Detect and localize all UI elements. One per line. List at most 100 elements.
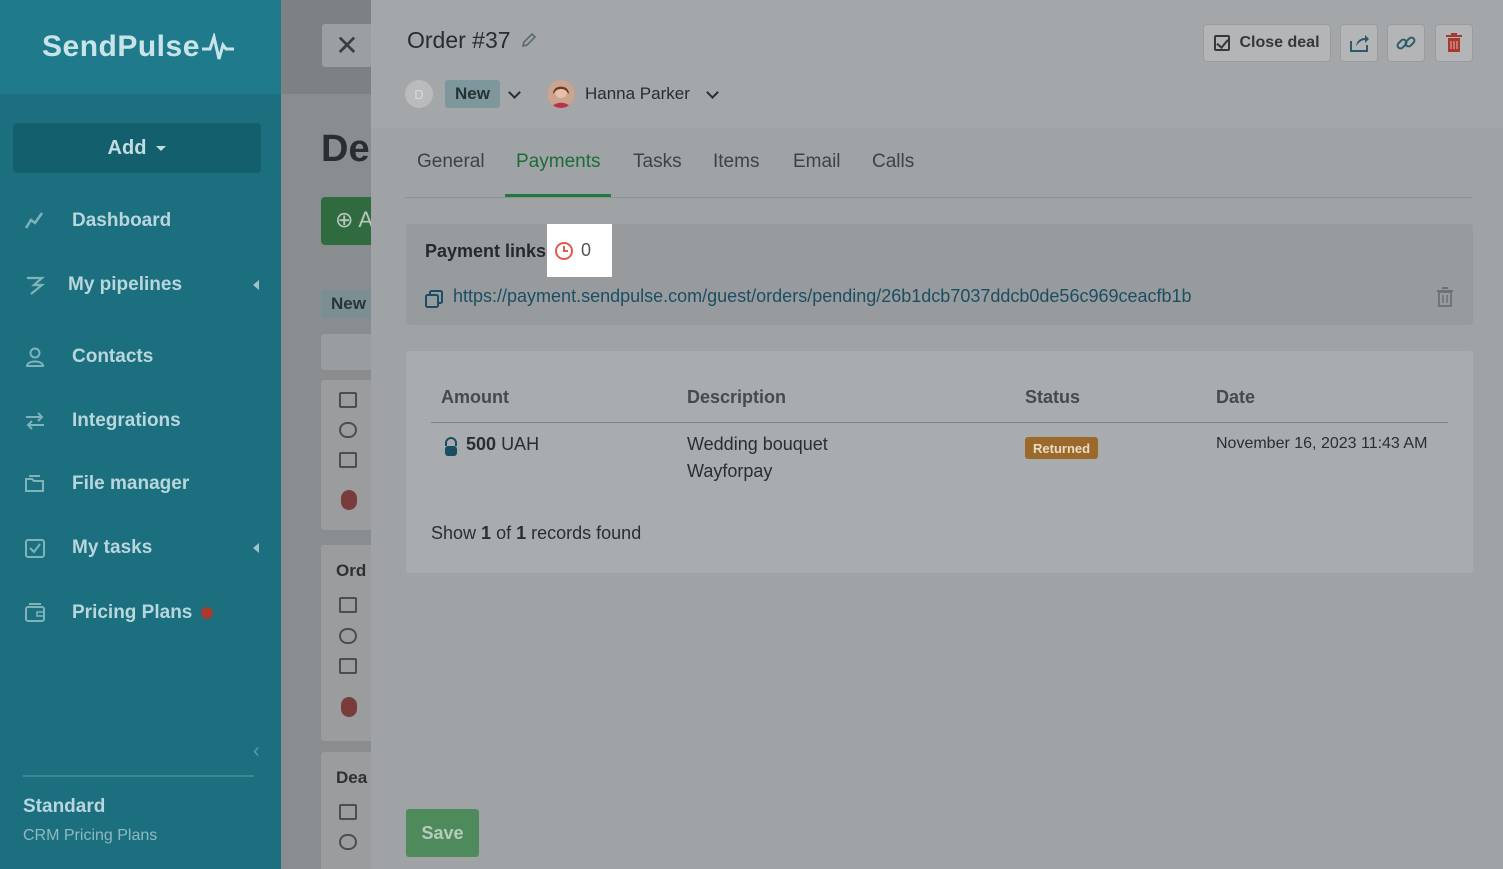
deal-tabs: General Payments Tasks Items Email Calls (405, 138, 1473, 198)
sidebar-item-pricing-plans[interactable]: Pricing Plans (0, 593, 281, 633)
edit-pencil-icon[interactable] (521, 27, 537, 54)
tab-email[interactable]: Email (793, 151, 841, 173)
close-icon[interactable]: ✕ (322, 24, 371, 67)
card-icon (339, 392, 357, 408)
records-of: of (496, 523, 512, 543)
table-row-amount: 500 UAH (466, 434, 539, 455)
plan-title[interactable]: Standard (23, 796, 105, 818)
sidebar-item-contacts[interactable]: Contacts (0, 337, 281, 377)
person-icon (339, 834, 357, 850)
payment-link-url[interactable]: https://payment.sendpulse.com/guest/orde… (453, 286, 1192, 307)
card-title: Ord (336, 561, 367, 580)
sidebar-item-label: File manager (72, 473, 190, 494)
avatar (341, 490, 357, 510)
expand-arrow-icon (253, 280, 259, 290)
folder-icon (24, 473, 46, 495)
records-suffix: records found (531, 523, 642, 543)
delete-link-trash-icon[interactable] (1436, 287, 1454, 312)
sidebar-item-label: My pipelines (68, 274, 183, 295)
tab-tasks[interactable]: Tasks (633, 151, 682, 173)
trash-icon (1446, 33, 1462, 52)
tab-items[interactable]: Items (713, 151, 759, 173)
sidebar-item-dashboard[interactable]: Dashboard (0, 201, 281, 241)
wallet-icon (339, 658, 357, 674)
sidebar-item-file-manager[interactable]: File manager (0, 464, 281, 504)
add-button-label: Add (107, 136, 147, 159)
tab-payments[interactable]: Payments (516, 151, 600, 173)
share-icon (1350, 35, 1369, 52)
close-deal-button[interactable]: Close deal (1203, 24, 1331, 62)
table-row-provider: Wayforpay (687, 461, 773, 481)
sidebar-item-label: Dashboard (72, 210, 172, 231)
background-page: ✕ De ⊕ A New Ord Dea (281, 0, 371, 869)
save-button[interactable]: Save (406, 809, 479, 857)
active-tab-indicator (505, 194, 611, 197)
delete-button[interactable] (1435, 24, 1473, 62)
card-icon (339, 804, 357, 820)
pipeline-icon (24, 274, 46, 296)
sidebar-divider (23, 775, 254, 777)
sidebar-item-label: Contacts (72, 346, 154, 367)
pipeline-avatar: D (405, 80, 433, 108)
sidebar-item-label: Integrations (72, 410, 181, 431)
wallet-icon (339, 452, 357, 468)
avatar (341, 697, 357, 717)
background-card[interactable]: Dea (321, 752, 371, 869)
background-card[interactable] (321, 380, 371, 530)
copy-icon[interactable] (425, 290, 443, 308)
share-button[interactable] (1340, 24, 1378, 62)
wallet-icon (24, 602, 46, 624)
records-total: 1 (516, 523, 527, 543)
add-button[interactable]: Add (13, 123, 261, 173)
link-icon (1396, 36, 1416, 50)
amount-value: 500 (466, 434, 497, 454)
sidebar-item-my-tasks[interactable]: My tasks (0, 528, 281, 568)
table-row-date: November 16, 2023 11:43 AM (1216, 435, 1428, 452)
copy-link-button[interactable] (1387, 24, 1425, 62)
person-icon (339, 422, 357, 438)
payments-table: Amount Description Status Date 500 UAH W… (406, 351, 1473, 573)
logo-bar: SendPulse (0, 0, 281, 94)
table-header-divider (431, 422, 1448, 423)
close-deal-label: Close deal (1239, 34, 1320, 51)
pulse-logo-icon (201, 33, 234, 60)
payment-links-counter[interactable]: 0 (547, 224, 612, 277)
column-header-description[interactable]: Description (687, 387, 786, 408)
background-stage-label: New (321, 290, 371, 318)
column-header-status[interactable]: Status (1025, 387, 1080, 408)
caret-down-icon (156, 145, 167, 151)
logo-text: SendPulse (42, 30, 200, 63)
sidebar-item-integrations[interactable]: Integrations (0, 401, 281, 441)
modal-header: Order #37 Close deal D New Hanna Parker (371, 0, 1503, 128)
tab-calls[interactable]: Calls (872, 151, 914, 173)
tab-general[interactable]: General (417, 151, 485, 173)
sidebar-item-my-pipelines[interactable]: My pipelines (0, 265, 281, 305)
integrations-icon (24, 410, 46, 432)
owner-name[interactable]: Hanna Parker (585, 84, 690, 104)
payment-links-label: Payment links (425, 241, 547, 261)
column-header-amount[interactable]: Amount (441, 387, 509, 408)
deal-status-row: D New Hanna Parker (405, 78, 719, 110)
background-add-button[interactable]: ⊕ A (321, 197, 371, 245)
payment-links-count: 0 (581, 240, 592, 260)
payment-links-section: Payment links 0 https://payment.sendpuls… (406, 224, 1473, 325)
deal-title-text: Order #37 (407, 27, 511, 53)
owner-chevron-down-icon[interactable] (705, 85, 719, 99)
records-shown: 1 (481, 523, 492, 543)
stage-badge[interactable]: New (445, 80, 500, 108)
person-icon (339, 628, 357, 644)
deal-modal: Order #37 Close deal D New Hanna Parker (371, 0, 1503, 869)
plan-subtitle[interactable]: CRM Pricing Plans (23, 827, 157, 845)
stage-chevron-down-icon[interactable] (508, 85, 521, 99)
payment-method-icon (443, 437, 459, 457)
sidebar-item-label: Pricing Plans (72, 602, 193, 623)
card-icon (339, 597, 357, 613)
background-card[interactable]: Ord (321, 545, 371, 741)
sendpulse-logo[interactable]: SendPulse (42, 30, 234, 64)
column-header-date[interactable]: Date (1216, 387, 1255, 408)
chart-line-icon (24, 210, 46, 232)
expand-arrow-icon (253, 543, 259, 553)
contacts-icon (24, 346, 46, 368)
collapse-sidebar-icon[interactable]: ‹ (253, 740, 260, 763)
status-badge: Returned (1025, 437, 1099, 459)
